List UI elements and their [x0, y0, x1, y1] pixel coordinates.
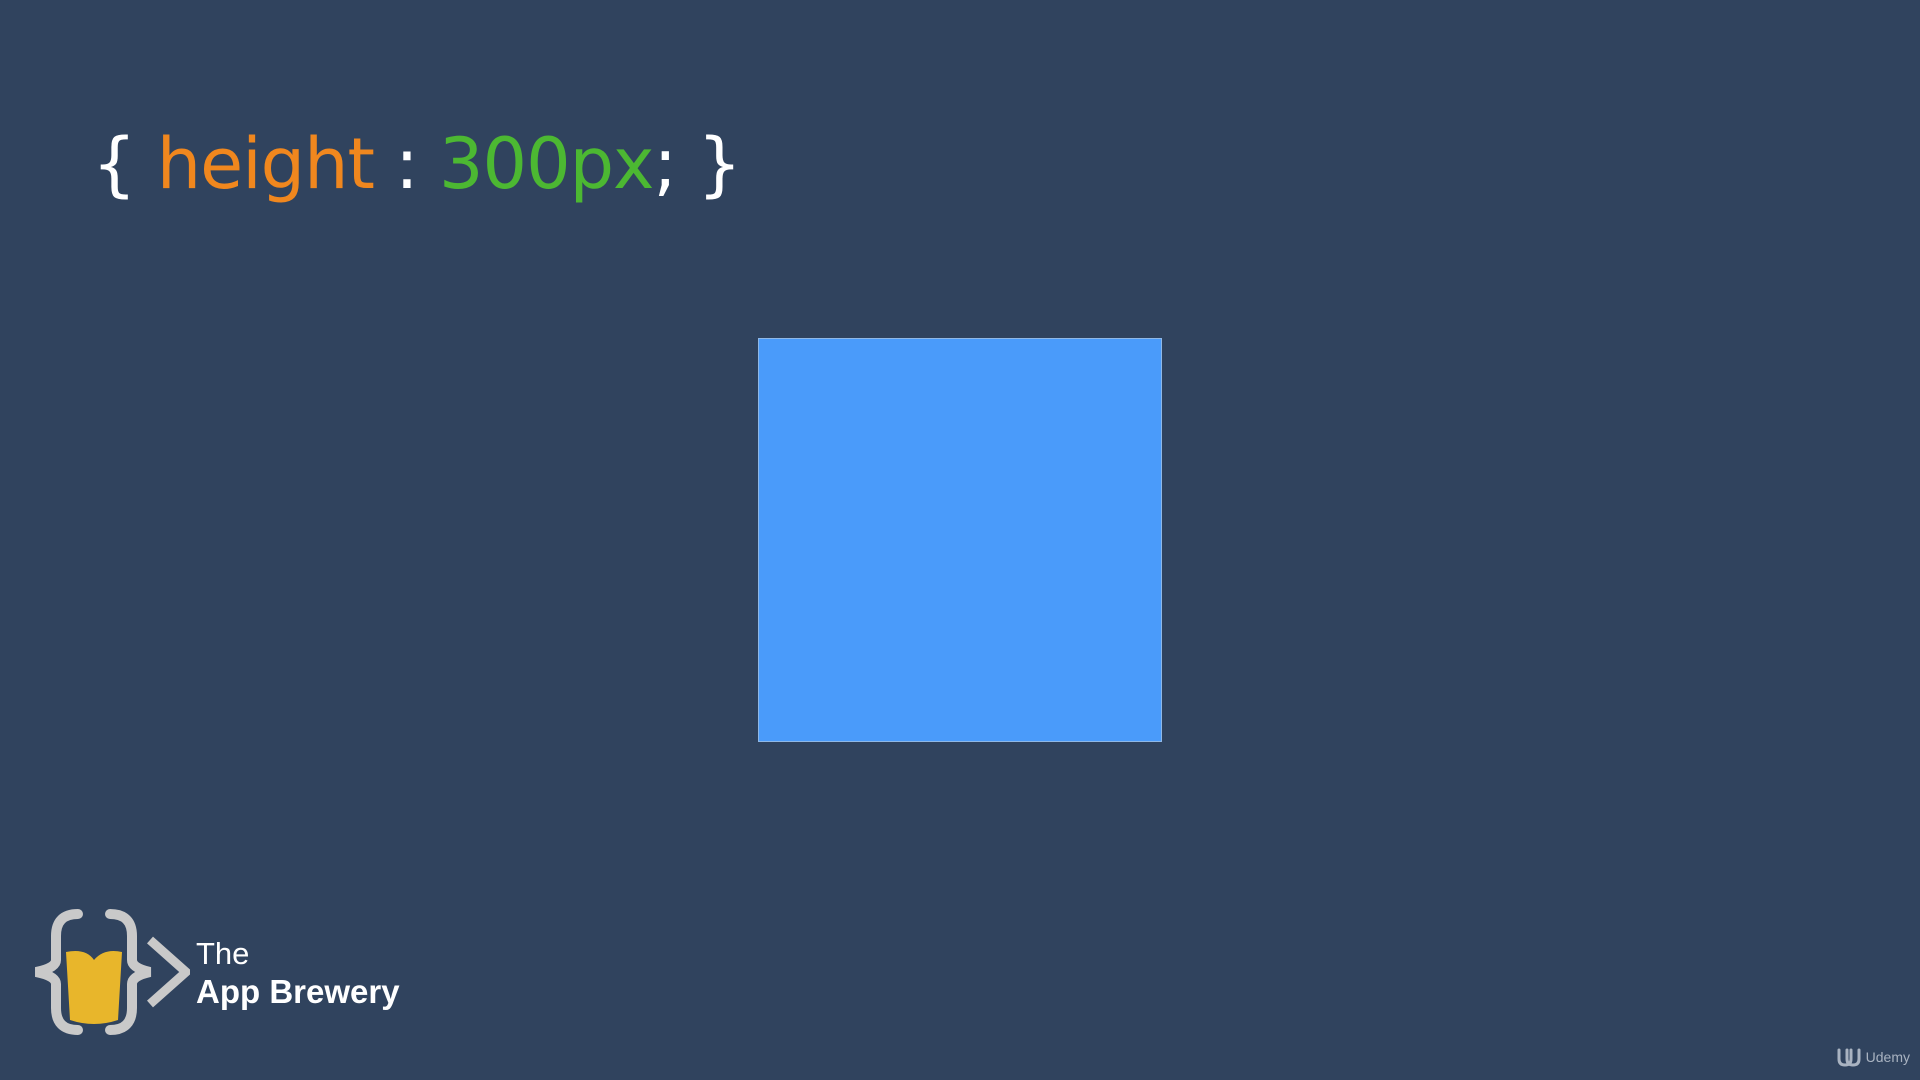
app-brewery-logo: The App Brewery: [30, 908, 450, 1038]
logo-text-the: The: [196, 936, 250, 971]
close-brace: }: [697, 123, 742, 205]
udemy-icon: [1837, 1048, 1861, 1067]
colon: :: [373, 123, 440, 205]
semicolon: ;: [653, 123, 698, 205]
logo-text: The App Brewery: [196, 936, 400, 1012]
udemy-label: Udemy: [1865, 1049, 1910, 1065]
logo-text-app-brewery: App Brewery: [196, 973, 400, 1010]
open-brace: {: [92, 123, 157, 205]
app-brewery-logo-icon: [34, 909, 190, 1035]
css-value: 300px: [439, 123, 654, 205]
demo-box: [758, 338, 1162, 742]
css-property: height: [156, 123, 375, 205]
css-rule-code: { height : 300px; }: [92, 118, 742, 210]
udemy-watermark: Udemy: [1836, 1046, 1910, 1068]
